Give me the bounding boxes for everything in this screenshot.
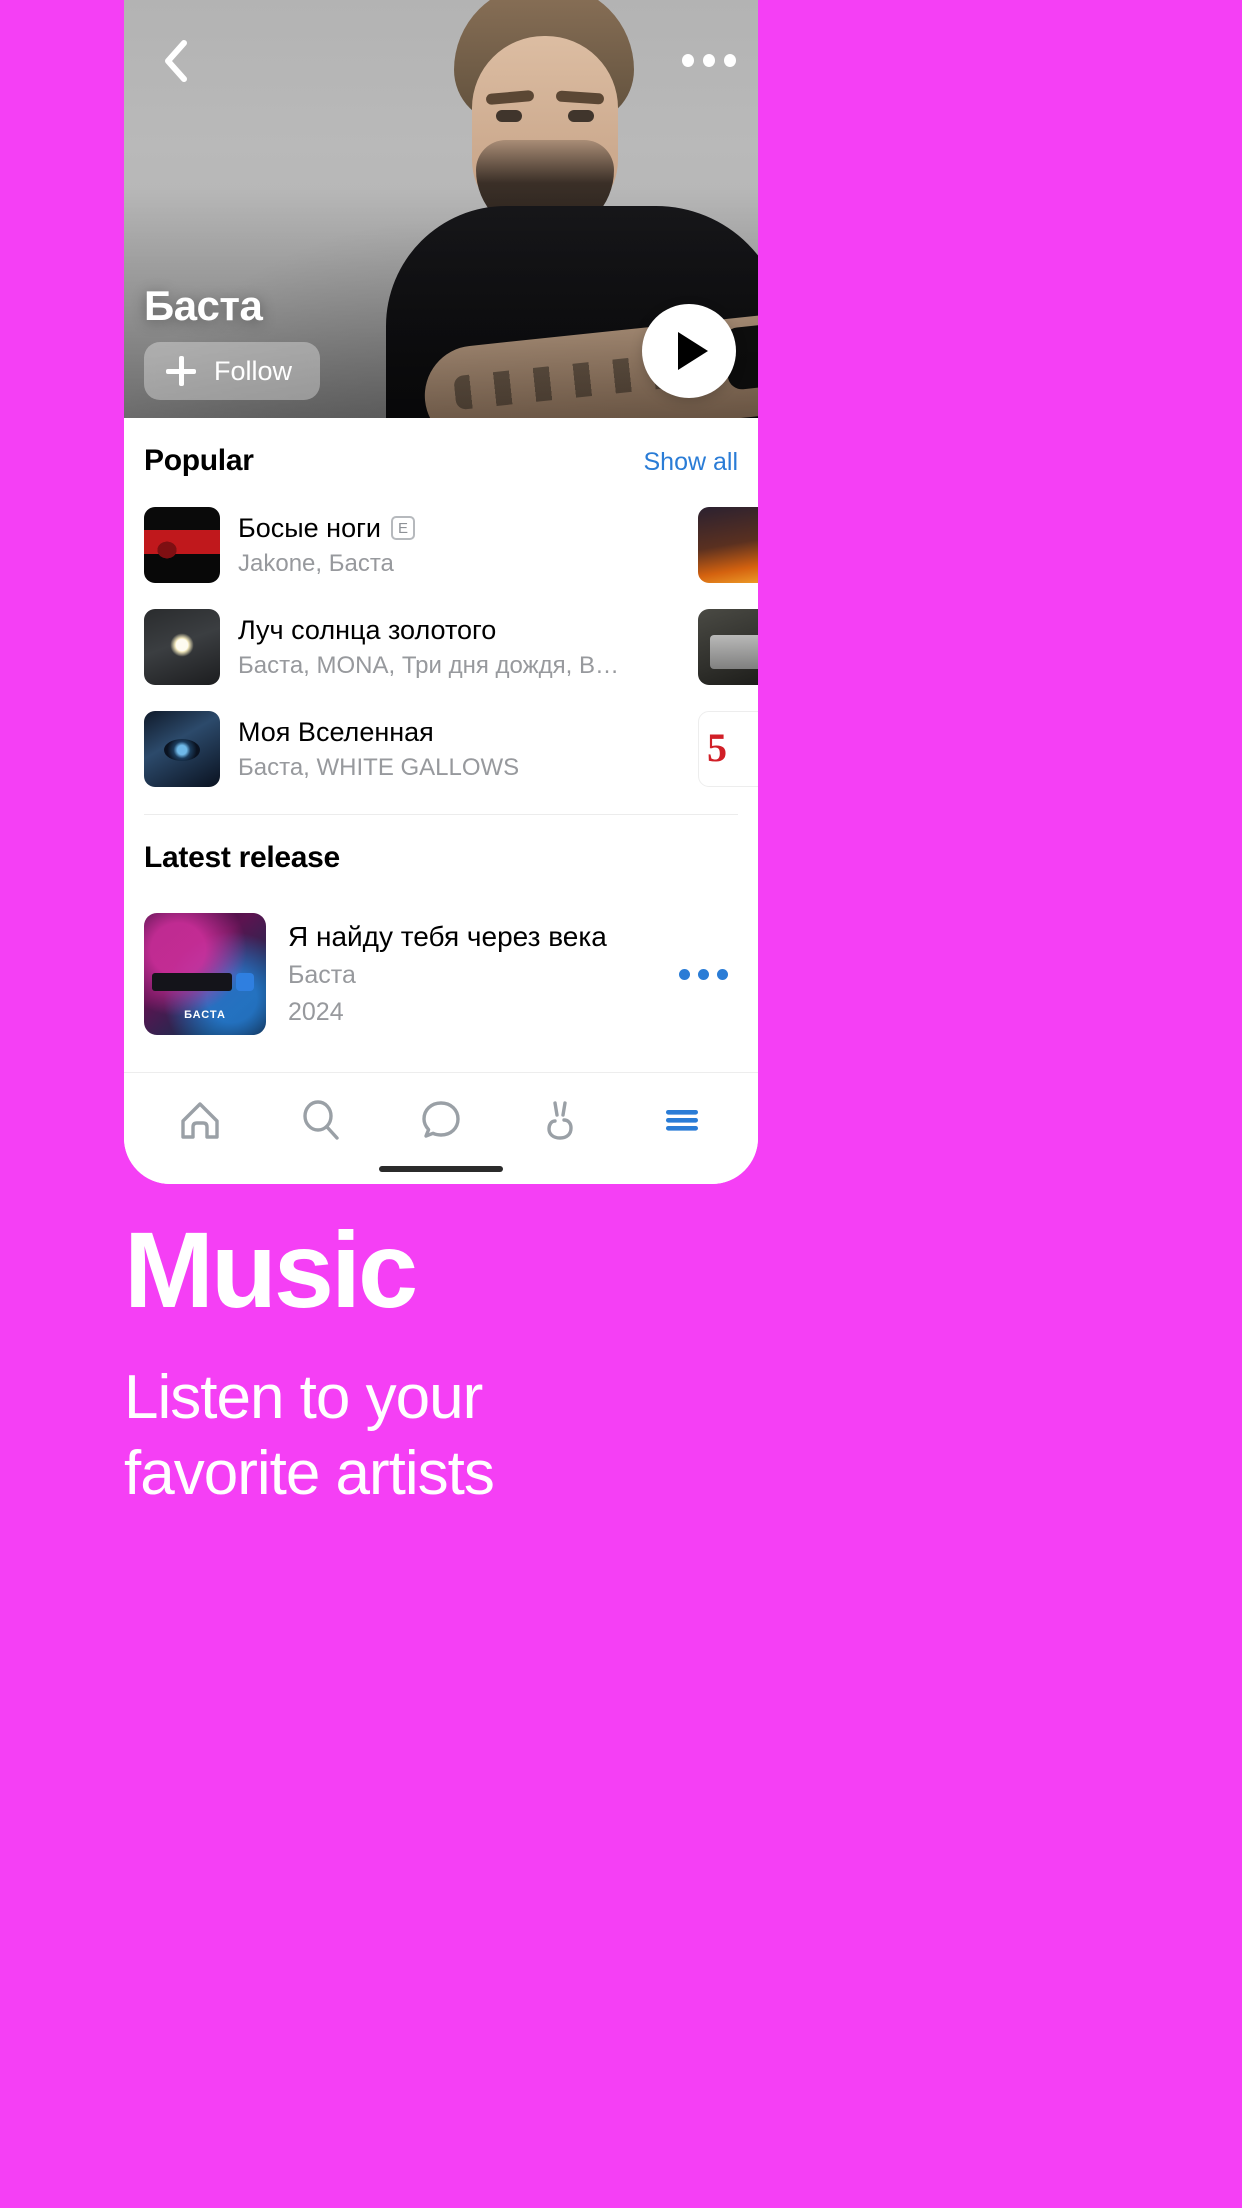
plus-icon — [166, 356, 196, 386]
hamburger-menu-icon — [665, 1109, 698, 1131]
clips-icon — [547, 1100, 574, 1140]
more-horizontal-icon — [724, 53, 736, 67]
popular-title: Popular — [144, 444, 254, 477]
latest-release-item[interactable]: БАСТА Я найду тебя через века Баста 2024 — [124, 891, 758, 1065]
search-icon — [302, 1099, 339, 1140]
popular-tracks-carousel[interactable]: Босые ноги E Jakone, Баста Луч солнца зо… — [124, 494, 758, 800]
tab-home[interactable] — [165, 1090, 235, 1150]
album-menu-button[interactable] — [679, 968, 728, 980]
follow-button[interactable]: Follow — [144, 342, 321, 400]
artist-hero: Баста Follow — [124, 0, 758, 418]
album-title: Я найду тебя через века — [288, 921, 607, 952]
table-row[interactable]: Луч солнца золотого Баста, MONA, Три дня… — [144, 596, 758, 698]
artist-name: Баста — [144, 282, 263, 329]
hero-overflow-button[interactable] — [682, 40, 736, 80]
table-row[interactable]: Босые ноги E Jakone, Баста — [144, 494, 758, 596]
play-icon — [677, 332, 708, 370]
app-store-screenshot: Баста Follow Popular Show all Босые ноги… — [0, 0, 1242, 2208]
latest-release-title: Latest release — [144, 841, 340, 874]
home-indicator — [379, 1166, 503, 1172]
tab-messages[interactable] — [406, 1090, 476, 1150]
popular-track-column: Босые ноги E Jakone, Баста Луч солнца зо… — [124, 494, 758, 800]
track-artists: Баста, WHITE GALLOWS — [238, 753, 520, 781]
popular-next-page-preview[interactable] — [698, 494, 758, 800]
chevron-left-icon — [165, 40, 187, 82]
play-button[interactable] — [642, 304, 736, 398]
explicit-badge: E — [391, 516, 416, 540]
album-year: 2024 — [288, 998, 344, 1026]
track-cover — [144, 609, 220, 685]
track-artists: Jakone, Баста — [238, 549, 394, 577]
tab-menu[interactable] — [647, 1090, 717, 1150]
latest-release-header: Latest release — [124, 815, 758, 891]
home-icon — [181, 1101, 219, 1139]
phone-screen: Баста Follow Popular Show all Босые ноги… — [124, 0, 758, 1184]
more-horizontal-icon — [703, 53, 715, 67]
more-horizontal-icon — [698, 968, 709, 980]
more-horizontal-icon — [679, 968, 690, 980]
back-button[interactable] — [150, 36, 200, 86]
chat-bubble-icon — [422, 1100, 460, 1138]
track-cover — [144, 507, 220, 583]
popular-section-header: Popular Show all — [124, 418, 758, 494]
artist-content: Popular Show all Босые ноги E Jakone, Ба… — [124, 418, 758, 1065]
bottom-tab-bar — [124, 1072, 758, 1184]
tab-clips[interactable] — [526, 1090, 596, 1150]
album-artist: Баста — [288, 961, 356, 989]
promo-block: Music Listen to your favorite artists — [124, 1216, 1124, 1511]
track-title: Моя Вселенная — [238, 716, 434, 747]
track-cover — [144, 711, 220, 787]
track-title: Босые ноги — [238, 512, 382, 543]
more-horizontal-icon — [717, 968, 728, 980]
track-artists: Баста, MONA, Три дня дождя, Вла… — [238, 651, 630, 679]
album-cover-label: БАСТА — [184, 1009, 226, 1021]
track-cover-preview — [698, 711, 758, 787]
tab-search[interactable] — [286, 1090, 356, 1150]
more-horizontal-icon — [682, 53, 694, 67]
track-title: Луч солнца золотого — [238, 614, 497, 645]
promo-subtitle: Listen to your favorite artists — [124, 1363, 495, 1508]
album-cover: БАСТА — [144, 913, 266, 1035]
track-cover-preview — [698, 507, 758, 583]
popular-show-all-link[interactable]: Show all — [644, 448, 739, 477]
track-cover-preview — [698, 609, 758, 685]
promo-title: Music — [124, 1209, 418, 1330]
table-row[interactable]: Моя Вселенная Баста, WHITE GALLOWS — [144, 698, 758, 800]
follow-button-label: Follow — [214, 355, 293, 386]
